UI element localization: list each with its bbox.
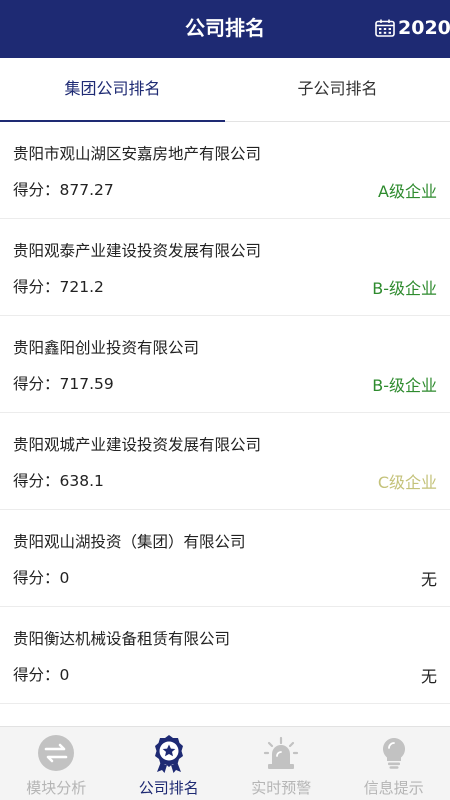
- score-row: 得分：0: [13, 663, 69, 685]
- nav-label: 公司排名: [138, 779, 199, 797]
- grade-label: B-级企业: [372, 279, 437, 298]
- nav-label: 信息提示: [363, 779, 424, 797]
- nav-item-realtime-alert[interactable]: 实时预警: [225, 727, 338, 800]
- list-item[interactable]: 贵阳观泰产业建设投资发展有限公司 得分：721.2 B-级企业: [0, 219, 450, 316]
- score-value: 0: [59, 666, 70, 684]
- alarm-light-icon: [261, 733, 301, 773]
- nav-item-company-ranking[interactable]: 公司排名: [113, 727, 226, 800]
- list-item[interactable]: 贵阳观城产业建设投资发展有限公司 得分：638.1 C级企业: [0, 413, 450, 510]
- nav-label: 模块分析: [26, 779, 87, 797]
- grade-label: C级企业: [377, 473, 437, 492]
- company-name: 贵阳衡达机械设备租赁有限公司: [13, 630, 231, 648]
- year-selector[interactable]: 2020: [375, 16, 450, 40]
- score-value: 877.27: [59, 181, 114, 199]
- nav-label: 实时预警: [251, 779, 312, 797]
- ranking-tabs: 集团公司排名 子公司排名: [0, 58, 450, 122]
- score-value: 717.59: [59, 375, 114, 393]
- score-value: 0: [59, 569, 70, 587]
- score-row: 得分：638.1: [13, 469, 104, 491]
- lightbulb-icon: [374, 733, 414, 773]
- company-ranking-list: 贵阳市观山湖区安嘉房地产有限公司 得分：877.27 A级企业 贵阳观泰产业建设…: [0, 122, 450, 726]
- transfer-icon: [36, 733, 76, 773]
- score-label: 得分：: [13, 278, 60, 296]
- score-label: 得分：: [13, 181, 60, 199]
- score-value: 638.1: [59, 472, 104, 490]
- grade-label: A级企业: [378, 182, 437, 201]
- company-name: 贵阳观山湖投资（集团）有限公司: [13, 533, 246, 551]
- score-label: 得分：: [13, 666, 60, 684]
- score-label: 得分：: [13, 375, 60, 393]
- nav-item-module-analysis[interactable]: 模块分析: [0, 727, 113, 800]
- list-item[interactable]: 贵阳鑫阳创业投资有限公司 得分：717.59 B-级企业: [0, 316, 450, 413]
- nav-item-info-tips[interactable]: 信息提示: [338, 727, 450, 800]
- app-header: 公司排名 2020: [0, 0, 450, 58]
- grade-label: 无: [420, 667, 437, 686]
- score-label: 得分：: [13, 569, 60, 587]
- rank-badge-icon: [149, 733, 189, 773]
- calendar-icon: [375, 19, 395, 37]
- company-name: 贵阳观泰产业建设投资发展有限公司: [13, 242, 262, 260]
- score-label: 得分：: [13, 472, 60, 490]
- grade-label: 无: [420, 570, 437, 589]
- year-value: 2020: [398, 17, 450, 39]
- score-value: 721.2: [59, 278, 104, 296]
- list-item[interactable]: 贵阳观山湖投资（集团）有限公司 得分：0 无: [0, 510, 450, 607]
- tab-subsidiary-ranking[interactable]: 子公司排名: [225, 58, 450, 121]
- list-item[interactable]: 贵阳衡达机械设备租赁有限公司 得分：0 无: [0, 607, 450, 704]
- score-row: 得分：0: [13, 566, 69, 588]
- company-name: 贵阳观城产业建设投资发展有限公司: [13, 436, 262, 454]
- tab-group-company-ranking[interactable]: 集团公司排名: [0, 58, 225, 122]
- score-row: 得分：717.59: [13, 372, 114, 394]
- bottom-nav: 模块分析 公司排名 实时预警 信息提示: [0, 726, 450, 800]
- list-item[interactable]: 贵阳市观山湖区安嘉房地产有限公司 得分：877.27 A级企业: [0, 122, 450, 219]
- score-row: 得分：721.2: [13, 275, 104, 297]
- score-row: 得分：877.27: [13, 178, 114, 200]
- company-name: 贵阳鑫阳创业投资有限公司: [13, 339, 200, 357]
- company-name: 贵阳市观山湖区安嘉房地产有限公司: [13, 145, 262, 163]
- grade-label: B-级企业: [372, 376, 437, 395]
